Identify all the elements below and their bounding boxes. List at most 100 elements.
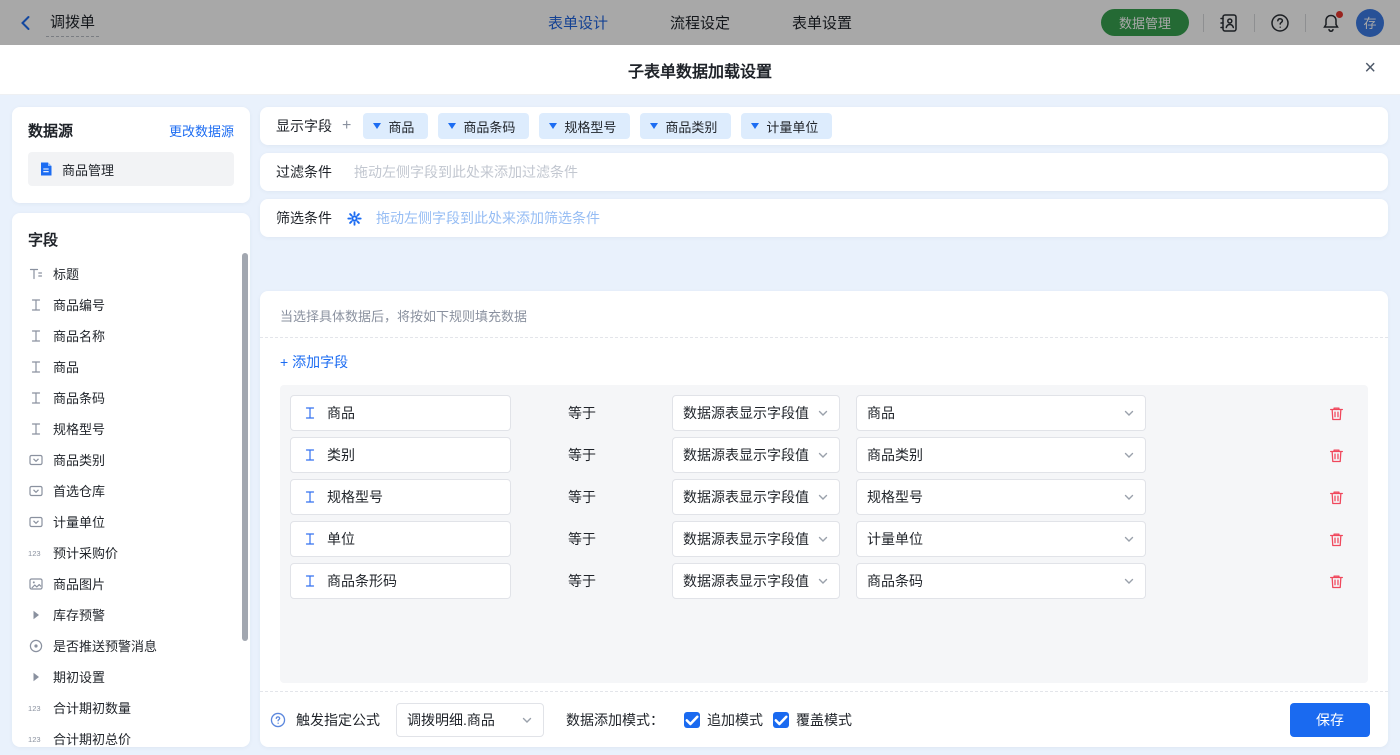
field-list-item[interactable]: 商品编号 — [28, 289, 242, 320]
tab-表单设计[interactable]: 表单设计 — [548, 12, 608, 33]
source-field-select[interactable]: 商品类别 — [856, 437, 1146, 473]
display-field-chips: 商品 商品条码 规格型号 商品类别 计量单位 — [363, 113, 833, 139]
display-fields-label: 显示字段 — [276, 118, 332, 134]
trash-icon[interactable] — [1328, 531, 1345, 548]
field-list: 标题商品编号 商品名称商品商品条码规格型号商品类别首选仓库计量单位 123 预计采购价… — [12, 256, 250, 747]
image-icon — [28, 576, 44, 592]
filter-condition-placeholder: 拖动左侧字段到此处来添加过滤条件 — [354, 164, 578, 180]
chevron-down-icon — [1123, 407, 1135, 419]
avatar[interactable]: 存 — [1356, 8, 1384, 37]
scrollbar-thumb[interactable] — [242, 253, 248, 641]
field-list-item[interactable]: 商品图片 — [28, 568, 242, 599]
text-icon — [28, 359, 44, 375]
form-name-title[interactable]: 调拨单 — [46, 9, 100, 37]
display-field-chip[interactable]: 规格型号 — [539, 113, 631, 139]
field-label: 商品类别 — [53, 453, 106, 468]
field-list-item[interactable]: 商品名称 — [28, 320, 242, 351]
field-list-item[interactable]: 123 合计期初数量 — [28, 692, 242, 723]
trash-icon[interactable] — [1328, 573, 1345, 590]
add-display-field-button[interactable]: + — [342, 117, 351, 135]
rule-row: 规格型号 等于 数据源表显示字段值 规格型号 — [290, 479, 1358, 515]
select-value: 数据源表显示字段值 — [683, 573, 809, 589]
source-type-select[interactable]: 数据源表显示字段值 — [672, 521, 840, 557]
field-list-item[interactable]: 计量单位 — [28, 506, 242, 537]
source-field-select[interactable]: 商品条码 — [856, 563, 1146, 599]
checkbox-checked[interactable] — [773, 711, 789, 728]
field-list-item[interactable]: 标题 — [28, 258, 242, 289]
field-label: 商品条码 — [53, 391, 106, 406]
rule-target-field[interactable]: 单位 — [290, 521, 511, 557]
tab-流程设定[interactable]: 流程设定 — [670, 12, 730, 33]
field-list-item[interactable]: 库存预警 — [28, 599, 242, 630]
svg-text:123: 123 — [28, 549, 41, 558]
field-list-item[interactable]: 期初设置 — [28, 661, 242, 692]
source-type-select[interactable]: 数据源表显示字段值 — [672, 479, 840, 515]
data-manage-button[interactable]: 数据管理 — [1100, 9, 1189, 36]
display-field-chip[interactable]: 商品条码 — [438, 113, 530, 139]
field-list-item[interactable]: 商品类别 — [28, 444, 242, 475]
selected-datasource-item[interactable]: 商品管理 — [28, 152, 234, 186]
rule-target-field[interactable]: 商品 — [290, 395, 511, 431]
divider — [1305, 13, 1306, 32]
add-field-button[interactable]: + 添加字段 — [260, 338, 368, 385]
back-chevron-icon[interactable] — [16, 13, 36, 33]
contacts-book-icon[interactable] — [1218, 12, 1240, 34]
chevron-down-icon — [1123, 491, 1135, 503]
help-circle-icon[interactable] — [270, 712, 286, 728]
chip-label: 商品条码 — [463, 119, 516, 135]
trigger-field-select[interactable]: 调拨明细.商品 — [396, 702, 544, 737]
field-list-item[interactable]: 是否推送预警消息 — [28, 630, 242, 661]
trash-icon[interactable] — [1328, 405, 1345, 422]
field-label: 首选仓库 — [53, 484, 106, 499]
tab-表单设置[interactable]: 表单设置 — [792, 12, 852, 33]
rules-footer: 触发指定公式 调拨明细.商品 数据添加模式： 追加模式 覆盖模式 保存 — [260, 691, 1388, 747]
trash-icon[interactable] — [1328, 489, 1345, 506]
equals-label: 等于 — [568, 405, 596, 421]
source-type-select[interactable]: 数据源表显示字段值 — [672, 437, 840, 473]
number-icon: 123 — [28, 731, 44, 747]
fields-header: 字段 — [28, 232, 59, 249]
number-icon: 123 — [28, 700, 44, 716]
field-list-item[interactable]: 商品条码 — [28, 382, 242, 413]
source-field-select[interactable]: 规格型号 — [856, 479, 1146, 515]
checkbox-checked[interactable] — [684, 711, 700, 728]
field-list-item[interactable]: 123 预计采购价 — [28, 537, 242, 568]
field-list-item[interactable]: 商品 — [28, 351, 242, 382]
rule-target-field[interactable]: 商品条形码 — [290, 563, 511, 599]
close-icon[interactable]: × — [1364, 58, 1376, 78]
field-label: 预计采购价 — [53, 546, 119, 561]
display-field-chip[interactable]: 商品 — [363, 113, 429, 139]
select-value: 规格型号 — [867, 489, 923, 505]
text-icon — [302, 405, 318, 421]
text-icon — [302, 489, 318, 505]
save-button[interactable]: 保存 — [1290, 702, 1370, 737]
field-label: 商品图片 — [53, 577, 106, 592]
rule-row: 商品条形码 等于 数据源表显示字段值 商品条码 — [290, 563, 1358, 599]
field-label: 规格型号 — [53, 422, 106, 437]
source-type-select[interactable]: 数据源表显示字段值 — [672, 395, 840, 431]
trash-icon[interactable] — [1328, 447, 1345, 464]
source-type-select[interactable]: 数据源表显示字段值 — [672, 563, 840, 599]
field-label: 标题 — [53, 267, 80, 282]
group-icon — [28, 669, 44, 685]
change-datasource-link[interactable]: 更改数据源 — [169, 121, 234, 140]
display-field-chip[interactable]: 计量单位 — [741, 113, 833, 139]
select-value: 商品 — [867, 405, 895, 421]
help-icon[interactable] — [1269, 12, 1291, 34]
field-list-item[interactable]: 首选仓库 — [28, 475, 242, 506]
field-list-item[interactable]: 规格型号 — [28, 413, 242, 444]
screen-condition-card[interactable]: 筛选条件 拖动左侧字段到此处来添加筛选条件 — [260, 199, 1388, 237]
datasource-name: 商品管理 — [62, 162, 115, 178]
field-list-item[interactable]: 123 合计期初总价 — [28, 723, 242, 747]
source-field-select[interactable]: 计量单位 — [856, 521, 1146, 557]
field-label: 合计期初总价 — [53, 732, 132, 747]
gear-icon[interactable] — [347, 210, 362, 226]
chevron-down-icon — [1123, 533, 1135, 545]
filter-condition-card[interactable]: 过滤条件 拖动左侧字段到此处来添加过滤条件 — [260, 153, 1388, 191]
notification-bell-icon[interactable] — [1320, 10, 1343, 34]
field-label: 商品 — [53, 360, 80, 375]
display-field-chip[interactable]: 商品类别 — [640, 113, 732, 139]
rule-target-field[interactable]: 类别 — [290, 437, 511, 473]
source-field-select[interactable]: 商品 — [856, 395, 1146, 431]
rule-target-field[interactable]: 规格型号 — [290, 479, 511, 515]
